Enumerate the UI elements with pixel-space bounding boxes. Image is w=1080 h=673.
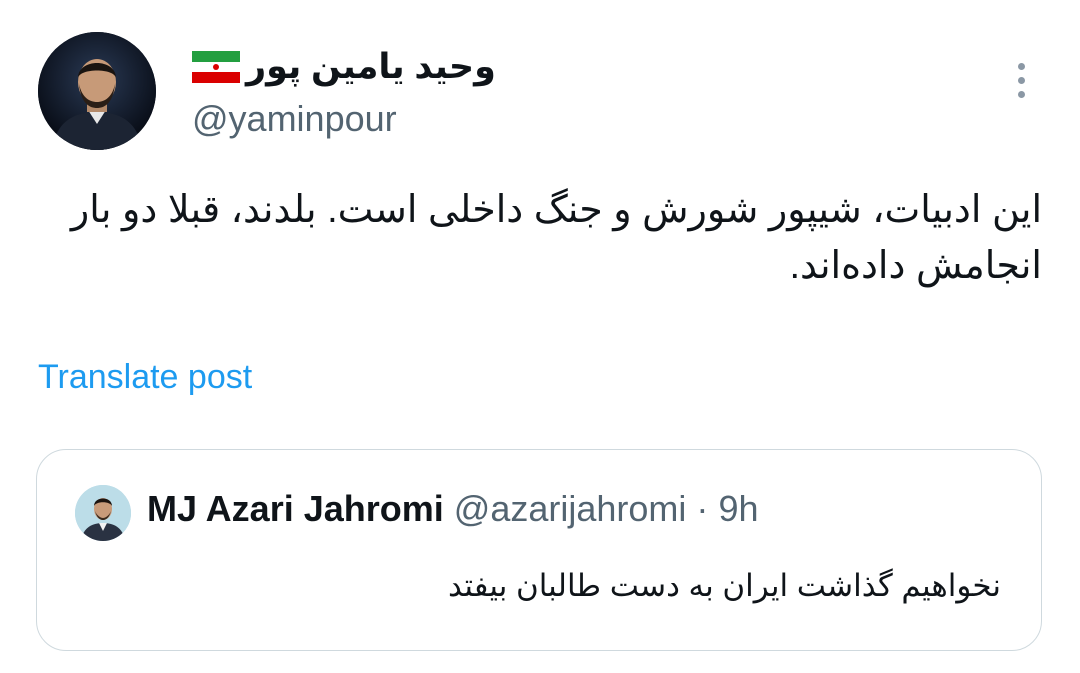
- person-avatar-icon: [75, 485, 131, 541]
- quoted-handle[interactable]: @azarijahromi: [454, 488, 687, 529]
- more-vertical-icon: [1017, 62, 1025, 70]
- quoted-header: MJ Azari Jahromi @azarijahromi · 9h: [147, 488, 758, 530]
- author-name-row: وحید یامین پور: [192, 44, 496, 90]
- iran-flag-icon: [192, 51, 240, 83]
- translate-post-link[interactable]: Translate post: [38, 358, 252, 397]
- quoted-timestamp[interactable]: 9h: [718, 488, 758, 529]
- quoted-author-avatar[interactable]: [75, 485, 131, 541]
- author-handle[interactable]: @yaminpour: [192, 98, 397, 140]
- more-options-button[interactable]: [1004, 58, 1038, 102]
- quoted-tweet-text: نخواهیم گذاشت ایران به دست طالبان بیفتد: [448, 568, 1001, 603]
- author-avatar[interactable]: [38, 32, 156, 150]
- quoted-tweet[interactable]: MJ Azari Jahromi @azarijahromi · 9h نخوا…: [36, 449, 1042, 651]
- person-avatar-icon: [38, 32, 156, 150]
- author-display-name[interactable]: وحید یامین پور: [246, 47, 496, 87]
- quoted-display-name[interactable]: MJ Azari Jahromi: [147, 488, 444, 529]
- tweet-text: این ادبیات، شیپور شورش و جنگ داخلی است. …: [70, 189, 1042, 287]
- separator-dot: ·: [696, 488, 709, 529]
